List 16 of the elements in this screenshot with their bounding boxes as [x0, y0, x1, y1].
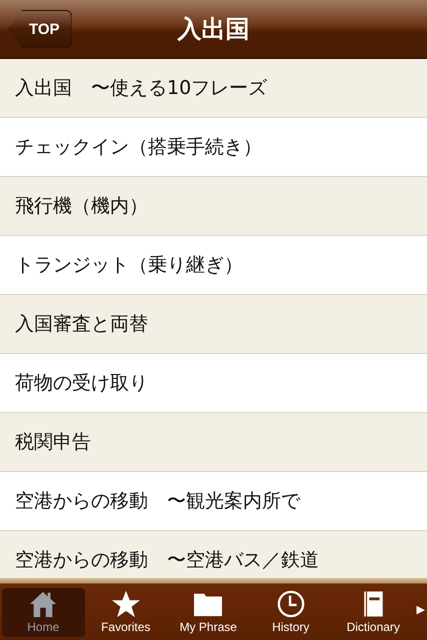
tab[interactable]: My Phrase [167, 588, 250, 636]
back-button[interactable]: TOP [8, 10, 72, 48]
tab[interactable]: Dictionary [332, 588, 414, 636]
clock-icon [276, 590, 306, 618]
list-item[interactable]: 入国審査と両替 [0, 295, 427, 354]
tab[interactable]: History [250, 588, 332, 636]
screen-title: 入出国 [178, 14, 250, 45]
tab[interactable]: Home [2, 588, 84, 636]
tab[interactable]: Favorites [84, 588, 167, 636]
list-item[interactable]: 税関申告 [0, 413, 427, 472]
home-icon [28, 590, 58, 618]
list-item[interactable]: 空港からの移動 〜空港バス／鉄道 [0, 531, 427, 578]
list-item[interactable]: 入出国 〜使える10フレーズ [0, 59, 427, 118]
star-icon [110, 590, 141, 618]
more-arrow[interactable]: ▶ [416, 602, 425, 616]
list-item[interactable]: 飛行機（機内） [0, 177, 427, 236]
